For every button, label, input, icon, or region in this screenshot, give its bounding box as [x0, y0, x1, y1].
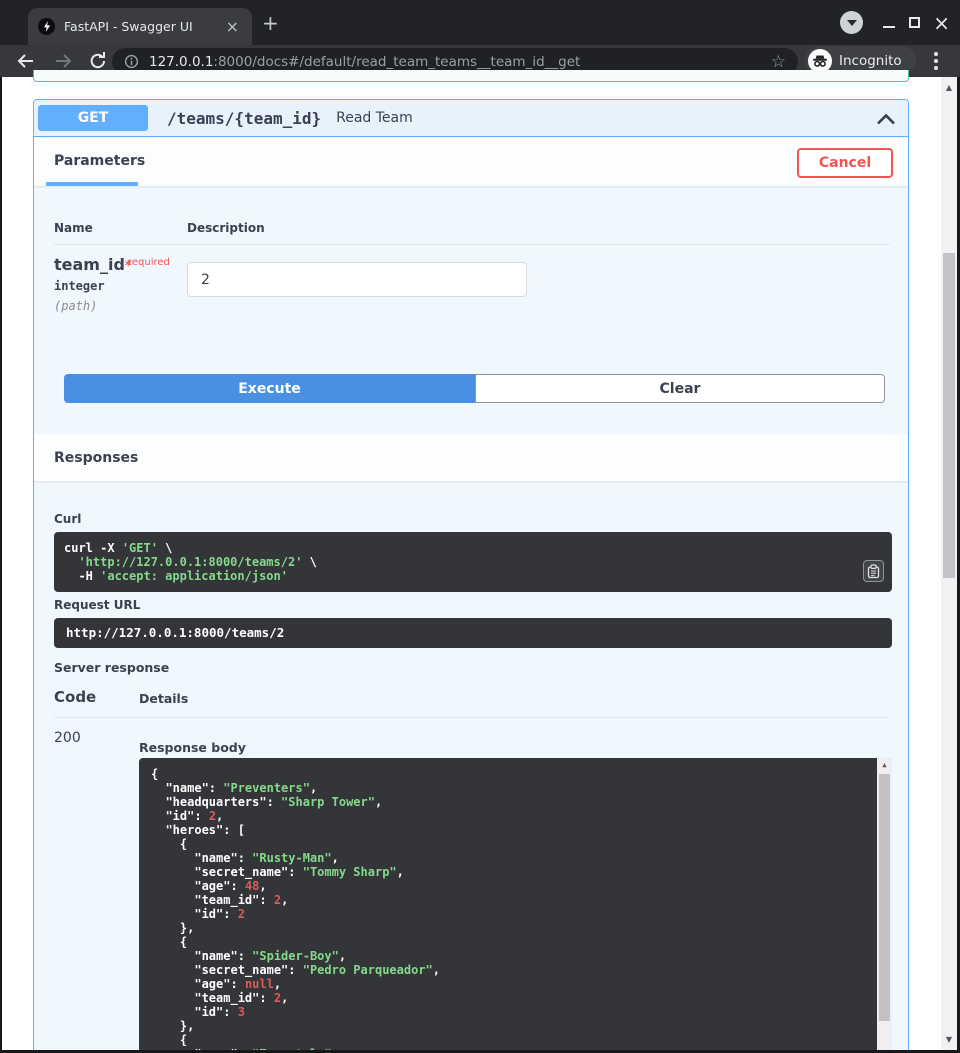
copy-to-clipboard-button[interactable] — [863, 560, 884, 582]
browser-tab[interactable]: FastAPI - Swagger UI × — [28, 8, 252, 45]
curl-label: Curl — [54, 512, 81, 526]
opblock-get-read-team: GET /teams/{team_id} Read Team Parameter… — [33, 99, 909, 1053]
browser-menu-icon[interactable] — [934, 52, 938, 56]
response-table-divider — [54, 717, 890, 718]
parameter-name: team_id* — [54, 255, 132, 274]
curl-command-block: curl -X 'GET' \ 'http://127.0.0.1:8000/t… — [54, 532, 892, 592]
maximize-button[interactable] — [909, 17, 920, 28]
operation-path: /teams/{team_id} — [167, 109, 321, 128]
incognito-spy-icon — [808, 49, 832, 73]
forward-button-icon[interactable] — [52, 50, 74, 72]
tab-title: FastAPI - Swagger UI — [64, 19, 223, 34]
back-button-icon[interactable] — [15, 50, 37, 72]
browser-update-indicator-icon[interactable] — [840, 11, 863, 34]
operation-summary: Read Team — [336, 110, 413, 126]
status-code: 200 — [54, 730, 81, 746]
window-close-button[interactable]: × — [933, 16, 950, 30]
table-header-divider — [54, 244, 890, 245]
reload-button-icon[interactable] — [87, 50, 109, 72]
column-header-description: Description — [187, 221, 265, 235]
column-header-code: Code — [54, 688, 96, 706]
request-url-block: http://127.0.0.1:8000/teams/2 — [54, 618, 892, 648]
page-scroll-thumb[interactable] — [943, 253, 955, 578]
browser-window: FastAPI - Swagger UI × + × 127.0.0.1:800… — [0, 0, 960, 1053]
parameters-tab-underline — [46, 182, 138, 186]
url-text: 127.0.0.1:8000/docs#/default/read_team_t… — [149, 54, 771, 70]
collapse-chevron-icon[interactable] — [876, 113, 896, 125]
parameters-section-header: Parameters Cancel — [34, 138, 908, 186]
fastapi-favicon-icon — [38, 18, 55, 35]
response-body-json: { "name": "Preventers", "headquarters": … — [151, 767, 880, 1053]
tab-strip: FastAPI - Swagger UI × + × — [0, 0, 960, 45]
column-header-details: Details — [139, 691, 188, 706]
team-id-input[interactable] — [187, 262, 527, 297]
clear-button[interactable]: Clear — [475, 374, 885, 403]
execute-button[interactable]: Execute — [64, 374, 475, 403]
required-label: required — [128, 257, 170, 268]
response-body-label: Response body — [139, 740, 246, 755]
incognito-label: Incognito — [839, 53, 902, 69]
parameter-location: (path) — [54, 299, 97, 313]
server-response-label: Server response — [54, 660, 169, 675]
responses-section-header: Responses — [34, 434, 908, 481]
curl-command-text: curl -X 'GET' \ 'http://127.0.0.1:8000/t… — [64, 541, 882, 583]
minimize-button[interactable] — [882, 16, 896, 30]
response-body-scrollbar[interactable]: ▲ — [877, 758, 892, 1053]
collapsed-post-opblock-edge[interactable] — [33, 70, 909, 82]
bookmark-star-icon[interactable]: ☆ — [771, 52, 786, 72]
url-host: 127.0.0.1 — [149, 54, 213, 70]
parameters-heading: Parameters — [54, 153, 145, 169]
request-url-label: Request URL — [54, 598, 140, 612]
page-scroll-down-icon[interactable]: ▼ — [941, 1035, 957, 1044]
scroll-up-icon[interactable]: ▲ — [877, 761, 892, 769]
http-method-badge: GET — [38, 105, 148, 131]
cancel-button[interactable]: Cancel — [797, 148, 893, 178]
parameter-type: integer — [54, 279, 105, 293]
page-scroll-up-icon[interactable]: ▲ — [941, 83, 957, 92]
site-info-icon[interactable] — [124, 54, 139, 69]
responses-heading: Responses — [54, 450, 138, 466]
new-tab-button[interactable]: + — [262, 13, 279, 33]
opblock-header[interactable]: GET /teams/{team_id} Read Team — [34, 100, 908, 137]
column-header-name: Name — [54, 221, 93, 235]
url-path: :8000/docs#/default/read_team_teams__tea… — [213, 54, 580, 70]
response-body-block: { "name": "Preventers", "headquarters": … — [139, 758, 892, 1053]
tab-close-icon[interactable]: × — [223, 19, 242, 35]
response-body-scroll-thumb[interactable] — [879, 774, 890, 1021]
